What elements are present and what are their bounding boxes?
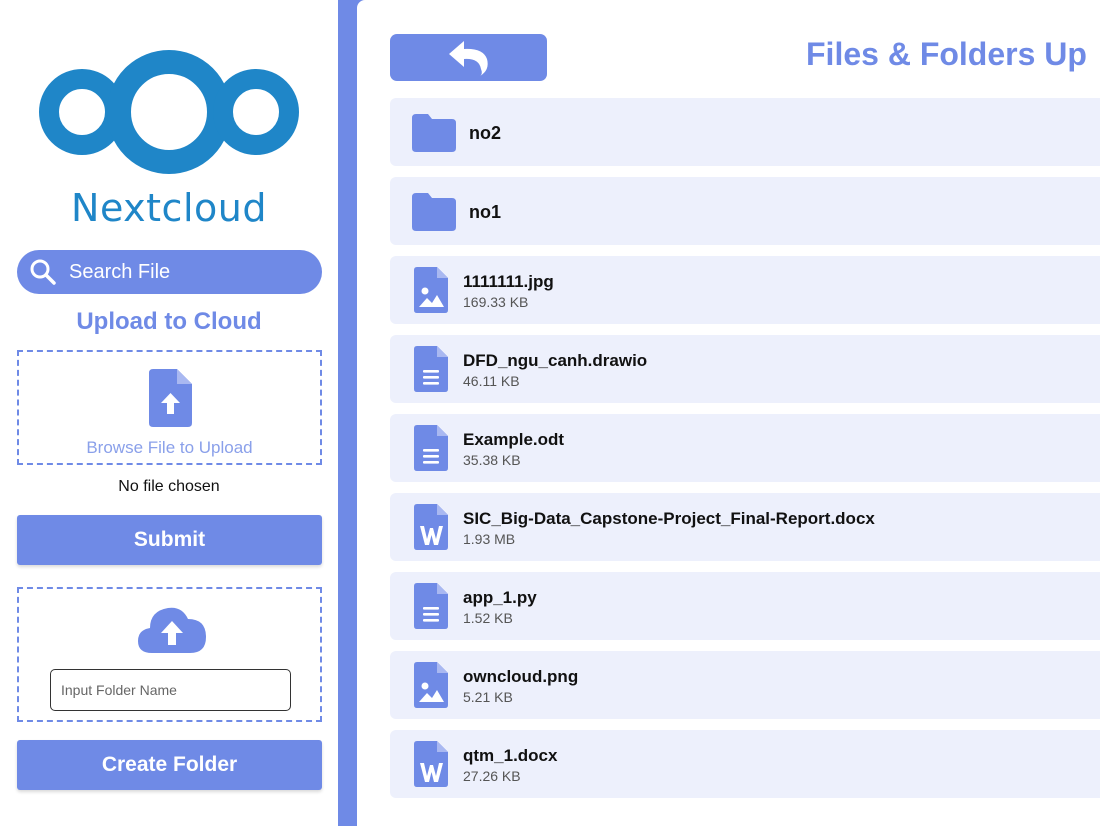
image-file-icon xyxy=(414,662,448,708)
word-file-icon xyxy=(414,741,448,787)
search-icon xyxy=(30,259,56,285)
file-size: 46.11 KB xyxy=(463,373,520,389)
file-name: SIC_Big-Data_Capstone-Project_Final-Repo… xyxy=(463,509,875,528)
page-title: Files & Folders Up xyxy=(806,36,1087,72)
file-name: DFD_ngu_canh.drawio xyxy=(463,351,648,370)
file-name: app_1.py xyxy=(463,588,537,607)
brand-name: Nextcloud xyxy=(71,186,267,230)
file-dropzone[interactable]: Browse File to Upload xyxy=(17,350,322,465)
file-size: 27.26 KB xyxy=(463,768,521,784)
back-button[interactable] xyxy=(390,34,547,81)
folder-icon xyxy=(412,112,456,152)
file-row[interactable]: app_1.py 1.52 KB xyxy=(390,572,1100,640)
file-size: 1.93 MB xyxy=(463,531,516,547)
document-file-icon xyxy=(414,583,448,629)
create-folder-zone xyxy=(17,587,322,722)
folder-name: no1 xyxy=(469,202,502,222)
file-row[interactable]: SIC_Big-Data_Capstone-Project_Final-Repo… xyxy=(390,493,1100,561)
sidebar: Nextcloud Upload to Cloud Browse File to… xyxy=(0,0,338,826)
search-input[interactable] xyxy=(67,259,311,285)
submit-button[interactable]: Submit xyxy=(17,515,322,565)
file-name: Example.odt xyxy=(463,430,565,449)
word-file-icon xyxy=(414,504,448,550)
file-size: 5.21 KB xyxy=(463,689,513,705)
upload-title: Upload to Cloud xyxy=(76,308,262,335)
folder-row[interactable]: no1 xyxy=(390,177,1100,245)
file-row[interactable]: 1111111.jpg 169.33 KB xyxy=(390,256,1100,324)
file-name: owncloud.png xyxy=(463,667,579,686)
browse-file-link[interactable]: Browse File to Upload xyxy=(19,438,320,458)
file-row[interactable]: owncloud.png 5.21 KB xyxy=(390,651,1100,719)
file-row[interactable]: qtm_1.docx 27.26 KB xyxy=(390,730,1100,798)
folder-icon xyxy=(412,191,456,231)
cloud-upload-icon xyxy=(138,607,206,653)
image-file-icon xyxy=(414,267,448,313)
folder-row[interactable]: no2 xyxy=(390,98,1100,166)
file-row[interactable]: DFD_ngu_canh.drawio 46.11 KB xyxy=(390,335,1100,403)
file-upload-icon xyxy=(149,369,192,427)
file-size: 35.38 KB xyxy=(463,452,521,468)
search-bar[interactable] xyxy=(17,250,322,294)
folder-name: no2 xyxy=(469,123,502,143)
file-name: 1111111.jpg xyxy=(463,272,554,291)
file-size: 1.52 KB xyxy=(463,610,513,626)
document-file-icon xyxy=(414,425,448,471)
create-folder-button[interactable]: Create Folder xyxy=(17,740,322,790)
no-file-status: No file chosen xyxy=(118,478,220,495)
folder-name-input[interactable] xyxy=(50,669,291,711)
back-arrow-icon xyxy=(448,40,488,76)
file-name: qtm_1.docx xyxy=(463,746,558,765)
file-size: 169.33 KB xyxy=(463,294,529,310)
document-file-icon xyxy=(414,346,448,392)
file-row[interactable]: Example.odt 35.38 KB xyxy=(390,414,1100,482)
